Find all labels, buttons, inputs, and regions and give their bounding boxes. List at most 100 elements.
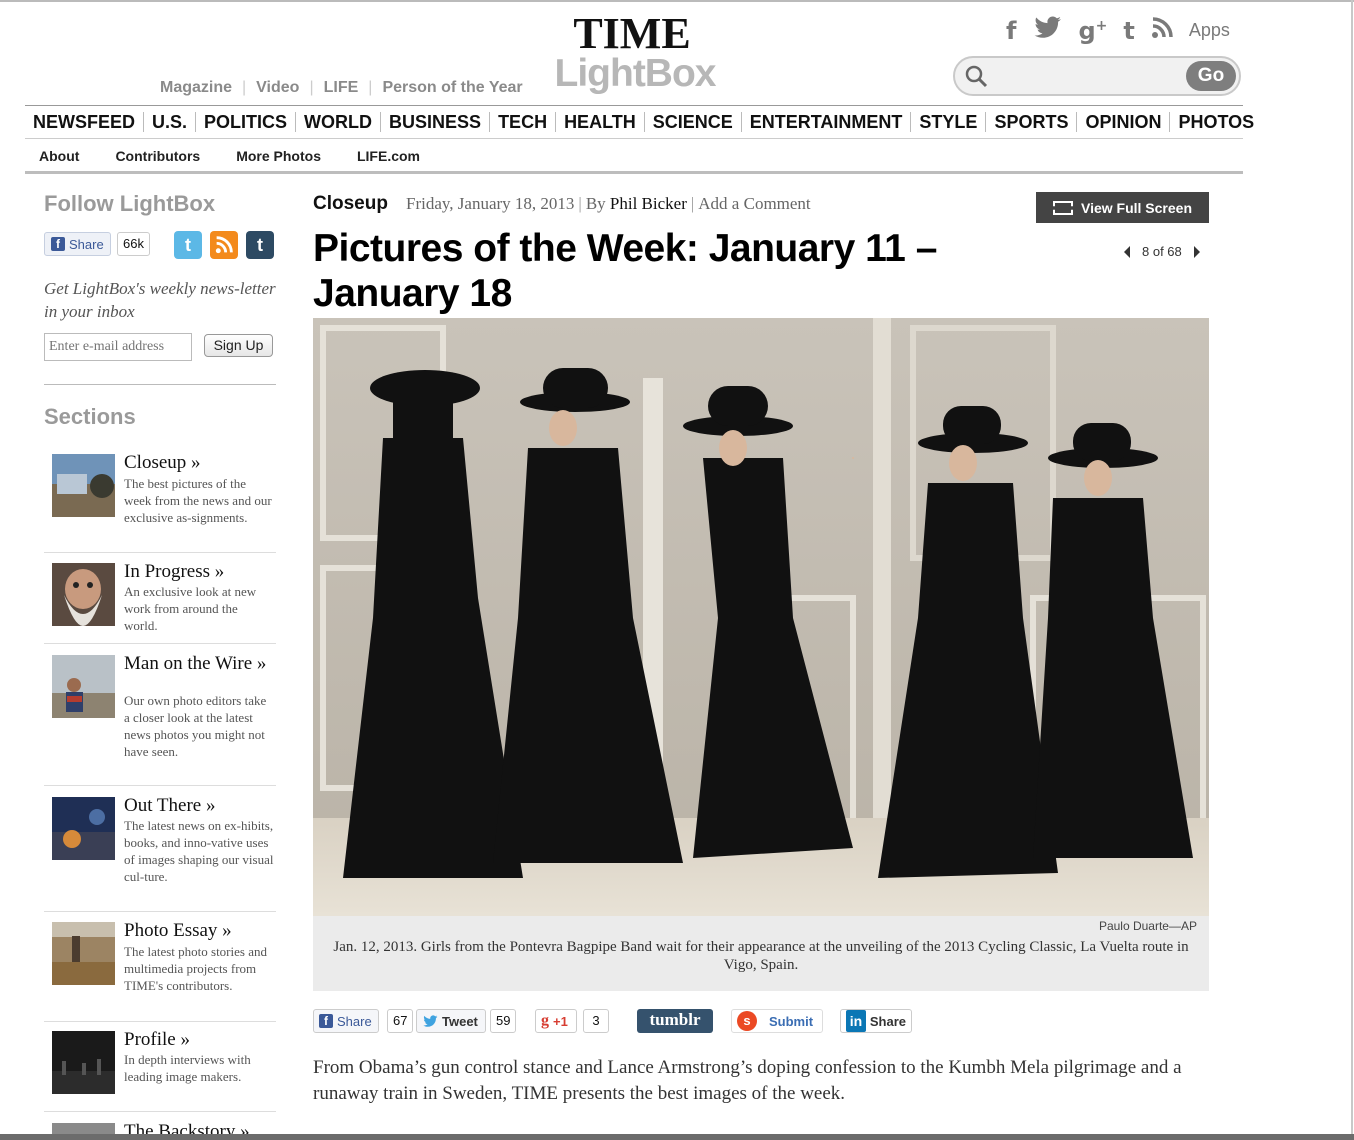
previous-arrow-icon[interactable] (1124, 245, 1130, 258)
stumbleupon-submit-button[interactable]: s Submit (731, 1009, 823, 1033)
fullscreen-icon (1052, 200, 1073, 215)
pager-count: 8 of 68 (1142, 244, 1182, 259)
article-kicker[interactable]: Closeup (313, 193, 388, 215)
separator: | (368, 79, 373, 96)
nav-business[interactable]: BUSINESS (381, 112, 491, 132)
toplink-video[interactable]: Video (256, 79, 299, 97)
nav-science[interactable]: SCIENCE (645, 112, 742, 132)
nav-world[interactable]: WORLD (296, 112, 382, 132)
section-item-in-progress[interactable]: In Progress » An exclusive look at new w… (44, 562, 276, 645)
add-comment-link[interactable]: Add a Comment (698, 194, 810, 213)
section-thumbnail (52, 454, 115, 517)
section-item-profile[interactable]: Profile » In depth interviews with leadi… (44, 1030, 276, 1112)
toplink-life[interactable]: LIFE (324, 79, 359, 97)
section-name[interactable]: Closeup » (124, 453, 274, 472)
linkedin-share-button[interactable]: in Share (840, 1009, 912, 1033)
tweet-button[interactable]: Tweet (416, 1009, 486, 1033)
header-bottom-rule (25, 171, 1243, 174)
section-thumbnail (52, 1031, 115, 1094)
apps-link[interactable]: Apps (1189, 20, 1230, 41)
tumblr-share-button[interactable]: tumblr (637, 1009, 713, 1033)
nav-politics[interactable]: POLITICS (196, 112, 297, 132)
stumbleupon-icon: s (737, 1011, 757, 1031)
section-item-photo-essay[interactable]: Photo Essay » The latest photo stories a… (44, 921, 276, 1022)
twitter-icon[interactable] (1032, 16, 1062, 45)
nav-divider (25, 138, 1243, 139)
section-name[interactable]: Out There » (124, 796, 274, 815)
search-go-button[interactable]: Go (1186, 61, 1236, 91)
section-item-closeup[interactable]: Closeup » The best pictures of the week … (44, 453, 276, 553)
facebook-icon[interactable]: f (1006, 17, 1016, 45)
section-thumbnail (52, 922, 115, 985)
google-plus-count: 3 (583, 1009, 609, 1033)
email-field[interactable] (44, 333, 192, 361)
subnav-contributors[interactable]: Contributors (115, 148, 200, 164)
tumblr-icon[interactable]: t (246, 231, 274, 259)
time-logo[interactable]: TIME (570, 12, 694, 56)
social-links: f g+ t Apps (1006, 16, 1230, 45)
search-input[interactable] (997, 64, 1177, 88)
section-item-out-there[interactable]: Out There » The latest news on ex-hibits… (44, 796, 276, 912)
rss-icon[interactable] (210, 231, 238, 259)
section-name[interactable]: Man on the Wire » (124, 654, 274, 673)
newsletter-text: Get LightBox's weekly news-letter in you… (44, 279, 276, 321)
facebook-share-button[interactable]: f Share (313, 1009, 379, 1033)
nav-health[interactable]: HEALTH (556, 112, 645, 132)
tumblr-icon[interactable]: t (1123, 17, 1134, 45)
photo-caption-box: Paulo Duarte—AP Jan. 12, 2013. Girls fro… (313, 916, 1209, 991)
author-link[interactable]: Phil Bicker (610, 194, 687, 213)
share-label: Share (337, 1013, 372, 1029)
subnav-life-com[interactable]: LIFE.com (357, 148, 420, 164)
separator: | (690, 194, 695, 213)
gallery-photo[interactable] (313, 318, 1209, 916)
share-count: 66k (117, 232, 150, 256)
nav-entertainment[interactable]: ENTERTAINMENT (742, 112, 912, 132)
toplink-magazine[interactable]: Magazine (160, 79, 232, 97)
section-description: The latest photo stories and multimedia … (124, 944, 267, 993)
nav-opinion[interactable]: OPINION (1077, 112, 1171, 132)
section-description: In depth interviews with leading image m… (124, 1052, 251, 1084)
nav-style[interactable]: STYLE (911, 112, 987, 132)
byline-by: By (585, 194, 606, 213)
subnav-about[interactable]: About (39, 148, 79, 164)
rss-icon[interactable] (1151, 17, 1173, 44)
nav-us[interactable]: U.S. (144, 112, 197, 132)
section-item-man-on-the-wire[interactable]: Man on the Wire » Our own photo editors … (44, 654, 276, 786)
twitter-icon[interactable]: t (174, 231, 202, 259)
nav-photos[interactable]: PHOTOS (1170, 112, 1262, 132)
section-thumbnail (52, 797, 115, 860)
share-label: Share (69, 236, 104, 252)
google-plus-button[interactable]: g +1 (535, 1009, 577, 1033)
sign-up-button[interactable]: Sign Up (204, 334, 273, 357)
next-arrow-icon[interactable] (1193, 245, 1200, 258)
sidebar-divider (44, 384, 276, 385)
section-name[interactable]: Profile » (124, 1030, 274, 1049)
facebook-icon: f (319, 1014, 333, 1028)
section-description: The latest news on ex-hibits, books, and… (124, 818, 274, 884)
nav-tech[interactable]: TECH (490, 112, 557, 132)
subnav-more-photos[interactable]: More Photos (236, 148, 321, 164)
view-full-screen-button[interactable]: View Full Screen (1036, 192, 1209, 223)
nav-divider (25, 105, 1243, 106)
photo-caption: Jan. 12, 2013. Girls from the Pontevra B… (333, 939, 1189, 973)
lightbox-logo[interactable]: LightBox (549, 54, 721, 94)
linkedin-label: Share (869, 1013, 906, 1029)
facebook-share-button[interactable]: f Share (44, 232, 111, 256)
tweet-count: 59 (490, 1009, 517, 1033)
follow-lightbox-heading: Follow LightBox (44, 191, 216, 216)
section-name[interactable]: Photo Essay » (124, 921, 274, 940)
facebook-icon: f (51, 237, 65, 251)
nav-sports[interactable]: SPORTS (986, 112, 1078, 132)
main-nav: NEWSFEED U.S. POLITICS WORLD BUSINESS TE… (25, 108, 1254, 136)
toplink-person-of-the-year[interactable]: Person of the Year (382, 79, 522, 97)
top-border (0, 0, 1354, 2)
google-plus-icon[interactable]: g+ (1078, 17, 1107, 45)
section-divider (44, 1021, 276, 1022)
section-name[interactable]: In Progress » (124, 562, 274, 581)
nav-newsfeed[interactable]: NEWSFEED (25, 112, 145, 132)
section-description: The best pictures of the week from the n… (124, 476, 272, 525)
section-description: Our own photo editors take a closer look… (124, 693, 267, 759)
separator: | (309, 79, 314, 96)
tweet-label: Tweet (442, 1013, 478, 1029)
section-divider (44, 552, 276, 553)
